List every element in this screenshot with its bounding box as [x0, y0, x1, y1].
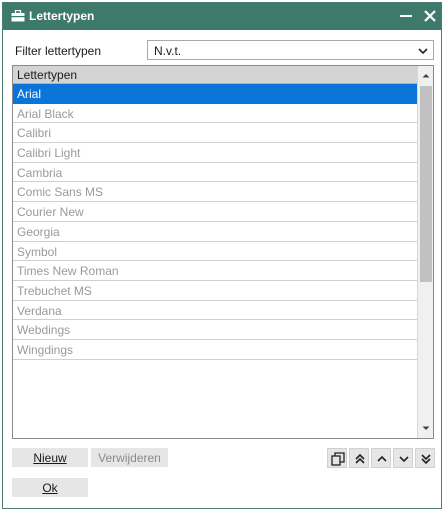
font-list-item-label: Calibri [17, 126, 52, 141]
list-column-header[interactable]: Lettertypen [13, 66, 417, 84]
copy-icon [331, 452, 345, 466]
font-list[interactable]: Lettertypen Arial Arial Black Calibri Calib… [12, 65, 434, 439]
font-list-item[interactable]: Cambria [13, 163, 417, 183]
font-list-item[interactable]: Symbol [13, 242, 417, 262]
font-list-item[interactable]: Georgia [13, 222, 417, 242]
move-top-icon [355, 453, 365, 464]
filter-select[interactable]: N.v.t. [147, 40, 434, 60]
font-list-item-label: Webdings [17, 323, 71, 338]
close-icon [424, 10, 436, 22]
move-up-icon [377, 455, 387, 462]
font-list-item[interactable]: Webdings [13, 320, 417, 340]
font-list-item[interactable]: Wingdings [13, 340, 417, 360]
font-list-item-label: Arial [17, 87, 42, 101]
font-list-item[interactable]: Arial [13, 84, 417, 104]
font-list-item-label: Verdana [17, 303, 62, 318]
move-down-button[interactable] [393, 448, 413, 468]
move-bottom-icon [421, 454, 431, 465]
font-list-item[interactable]: Verdana [13, 301, 417, 321]
font-list-item-label: Wingdings [17, 342, 74, 357]
scroll-down-button[interactable] [418, 420, 434, 436]
font-list-item[interactable]: Arial Black [13, 104, 417, 124]
title-bar[interactable]: Lettertypen [3, 3, 441, 30]
new-button-label: Nieuw [33, 451, 67, 465]
ok-button-label: Ok [42, 481, 58, 495]
move-down-icon [399, 456, 409, 463]
font-list-item[interactable]: Comic Sans MS [13, 182, 417, 203]
font-list-item-label: Symbol [17, 244, 58, 259]
filter-label: Filter lettertypen [15, 44, 102, 58]
move-top-button[interactable] [349, 448, 369, 468]
font-dialog-window: Lettertypen Filter lettertypen N.v.t. Le… [2, 2, 442, 509]
font-list-item-label: Trebuchet MS [17, 283, 92, 298]
scroll-up-button[interactable] [418, 68, 434, 84]
font-list-item-label: Calibri Light [17, 146, 81, 161]
ok-button[interactable]: Ok [12, 478, 88, 497]
list-scrollbar[interactable] [417, 66, 433, 438]
font-list-item-label: Arial Black [17, 106, 74, 121]
minimize-button[interactable] [397, 7, 415, 25]
move-up-button[interactable] [371, 448, 391, 468]
font-list-item-label: Georgia [17, 224, 60, 239]
window-title: Lettertypen [29, 9, 95, 23]
font-list-item[interactable]: Times New Roman [13, 261, 417, 281]
font-list-item-label: Cambria [17, 165, 63, 180]
chevron-down-icon [418, 48, 428, 55]
delete-button-label: Verwijderen [98, 451, 161, 465]
toolbox-icon [11, 10, 25, 22]
font-list-item-label: Times New Roman [17, 264, 119, 279]
font-list-item[interactable]: Calibri [13, 123, 417, 144]
font-list-item[interactable]: Courier New [13, 202, 417, 222]
filter-select-value: N.v.t. [154, 44, 182, 58]
scroll-down-icon [422, 426, 430, 430]
scrollbar-thumb[interactable] [420, 86, 432, 282]
font-list-item[interactable]: Trebuchet MS [13, 281, 417, 301]
scroll-up-icon [422, 74, 430, 78]
copy-button[interactable] [327, 448, 347, 468]
delete-button[interactable]: Verwijderen [91, 448, 168, 467]
font-list-item-label: Comic Sans MS [17, 185, 104, 200]
list-header-label: Lettertypen [17, 68, 78, 82]
new-button[interactable]: Nieuw [12, 448, 88, 467]
minimize-icon [400, 15, 412, 17]
font-list-item[interactable]: Calibri Light [13, 143, 417, 163]
move-bottom-button[interactable] [415, 448, 435, 468]
font-list-item-label: Courier New [17, 205, 84, 220]
close-button[interactable] [421, 7, 439, 25]
font-list-rows: Arial Arial Black Calibri Calibri Light Camb… [13, 84, 417, 360]
